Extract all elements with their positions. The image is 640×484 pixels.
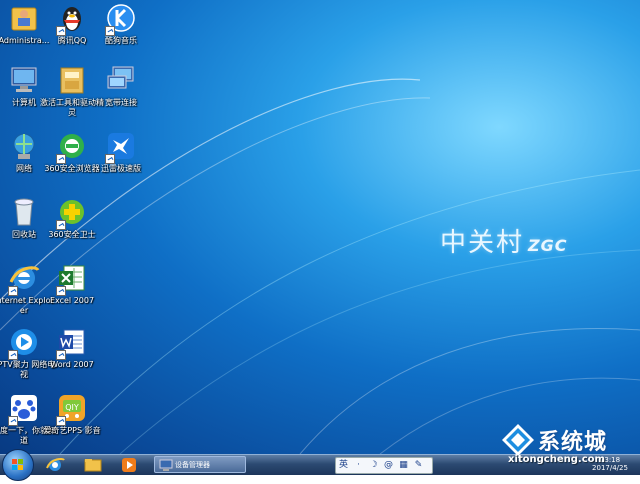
watermark: 系统城 xitongcheng.com: [498, 420, 638, 474]
ime-toolbar[interactable]: 英 · ☽ @ ▦ ✎: [335, 457, 433, 474]
shortcut-arrow-icon: [56, 416, 66, 426]
icon-label: 酷狗音乐: [105, 36, 137, 45]
iqiyi-pps-icon: QIY: [56, 392, 88, 426]
desktop-icon-iqiyi-pps[interactable]: QIY 爱奇艺PPS 影音: [40, 392, 104, 454]
internet-explorer-icon: [8, 262, 40, 296]
desktop-icon-thunder[interactable]: 迅雷极速版: [89, 130, 153, 192]
icon-label: 360安全卫士: [48, 230, 96, 239]
taskbar-media-player-button[interactable]: [118, 456, 140, 474]
shortcut-arrow-icon: [56, 26, 66, 36]
user-folder-icon: [8, 2, 40, 34]
shortcut-arrow-icon: [56, 286, 66, 296]
icon-label: 迅雷极速版: [101, 164, 141, 173]
desktop: Administra... 计算机 网络 回收站 Internet Explor…: [0, 0, 640, 454]
shortcut-arrow-icon: [105, 154, 115, 164]
pptv-icon: [8, 326, 40, 360]
taskbar-task-device-manager[interactable]: 设备管理器: [154, 456, 246, 473]
icon-label: Excel 2007: [49, 296, 95, 305]
network-icon: [8, 130, 40, 162]
baidu-icon: [8, 392, 40, 426]
shortcut-arrow-icon: [56, 350, 66, 360]
windows-logo-icon: [12, 459, 23, 470]
desktop-icon-360-safeguard[interactable]: 360安全卫士: [40, 196, 104, 258]
watermark-cn: 系统城: [538, 430, 608, 455]
ime-tools[interactable]: ✎: [411, 458, 426, 473]
icon-label: 爱奇艺PPS 影音: [43, 426, 101, 435]
media-player-icon: [122, 458, 136, 472]
shortcut-arrow-icon: [56, 220, 66, 230]
shortcut-arrow-icon: [8, 350, 18, 360]
taskbar-ie-button[interactable]: [44, 456, 66, 474]
360-browser-icon: [56, 130, 88, 164]
start-button[interactable]: [2, 449, 34, 481]
watermark-url: xitongcheng.com: [508, 454, 605, 465]
brand-name: 中关村: [440, 228, 525, 258]
broadband-connection-icon: [105, 64, 137, 96]
svg-text:QIY: QIY: [65, 403, 79, 412]
ime-keyboard[interactable]: ▦: [396, 458, 411, 473]
ime-lang[interactable]: 英: [336, 458, 351, 473]
ime-punct[interactable]: ·: [351, 458, 366, 473]
word-icon: [56, 326, 88, 360]
desktop-icon-kugou[interactable]: 酷狗音乐: [89, 2, 153, 64]
brand-sub: ZGC: [528, 236, 568, 255]
icon-label: 宽带连接: [105, 98, 137, 107]
excel-icon: [56, 262, 88, 296]
task-label: 设备管理器: [175, 461, 210, 469]
icon-label: Word 2007: [50, 360, 94, 369]
shortcut-arrow-icon: [105, 26, 115, 36]
thunder-icon: [105, 130, 137, 164]
computer-icon: [8, 64, 40, 96]
360-safeguard-icon: [56, 196, 88, 230]
driver-genius-icon: [56, 64, 88, 96]
desktop-icon-excel[interactable]: Excel 2007: [40, 262, 104, 324]
folder-icon: [84, 459, 102, 472]
ime-halfwidth[interactable]: ☽: [366, 458, 381, 473]
desktop-icon-word[interactable]: Word 2007: [40, 326, 104, 388]
taskbar-explorer-button[interactable]: [82, 456, 104, 474]
recycle-bin-icon: [8, 196, 40, 228]
xitongcheng-logo-icon: [502, 424, 534, 456]
kugou-music-icon: [105, 2, 137, 36]
shortcut-arrow-icon: [56, 154, 66, 164]
internet-explorer-icon: [46, 458, 65, 471]
desktop-icon-broadband[interactable]: 宽带连接: [89, 64, 153, 126]
qq-penguin-icon: [56, 2, 88, 36]
shortcut-arrow-icon: [8, 416, 18, 426]
wallpaper-brand: 中关村 ZGC: [440, 222, 568, 259]
device-manager-icon: [159, 459, 173, 471]
shortcut-arrow-icon: [8, 286, 18, 296]
ime-symbol[interactable]: @: [381, 458, 396, 473]
